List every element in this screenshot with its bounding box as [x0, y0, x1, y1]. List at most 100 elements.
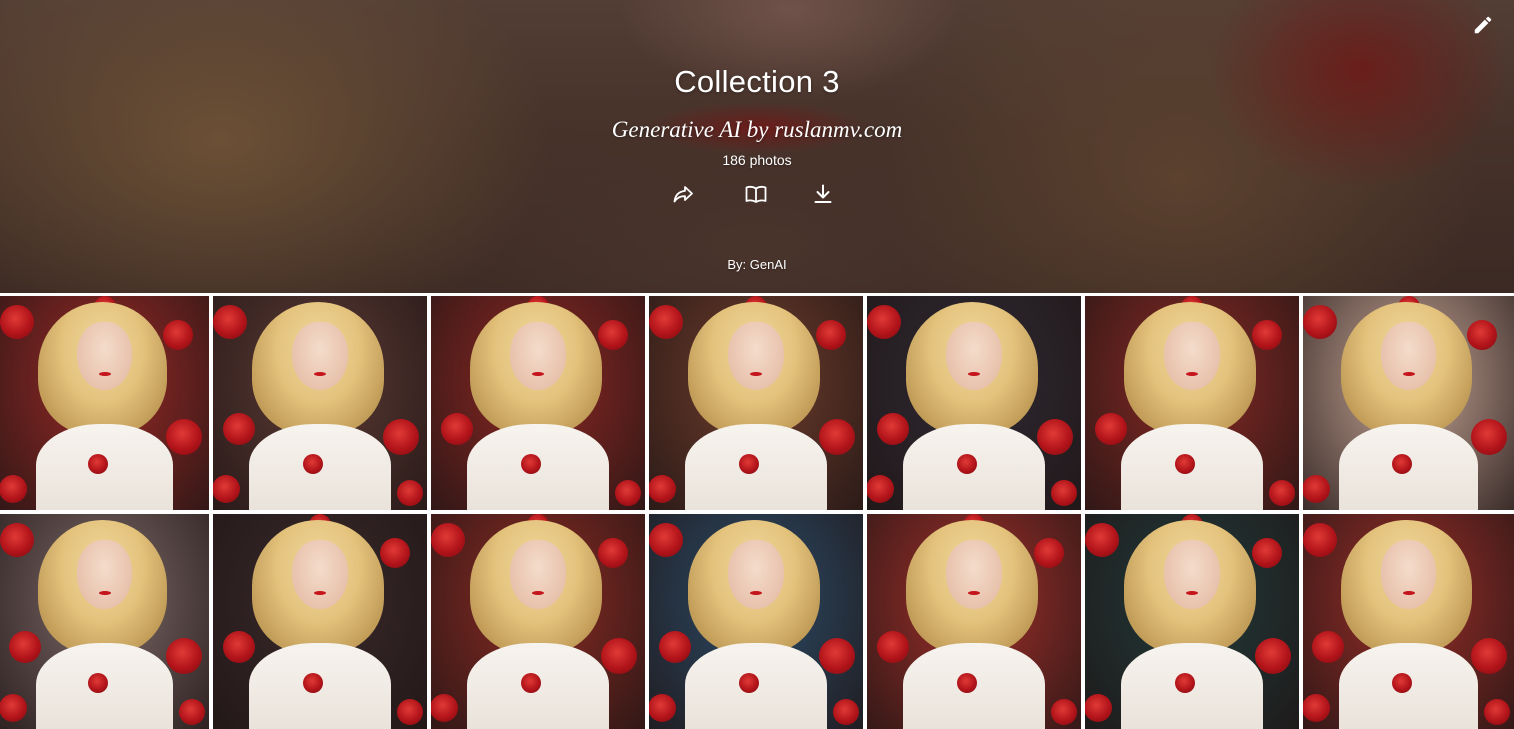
rose-decoration: [1470, 419, 1507, 456]
dress-rose: [956, 673, 977, 694]
portrait-lips: [1402, 590, 1415, 595]
rose-decoration: [396, 479, 423, 506]
rose-decoration: [1255, 637, 1292, 674]
portrait-lips: [314, 590, 326, 595]
rose-decoration: [815, 319, 846, 350]
portrait-face: [1381, 321, 1436, 391]
photo-tile[interactable]: [213, 514, 427, 729]
rose-decoration: [1303, 474, 1330, 503]
rose-decoration: [222, 631, 255, 664]
rose-decoration: [379, 537, 410, 568]
photo-tile[interactable]: [1303, 296, 1514, 510]
rose-decoration: [876, 631, 909, 664]
rose-decoration: [1050, 698, 1077, 725]
rose-decoration: [0, 304, 34, 339]
rose-decoration: [1303, 693, 1330, 722]
rose-decoration: [165, 419, 202, 456]
dress-rose: [87, 454, 108, 475]
rose-decoration: [1251, 537, 1282, 568]
rose-decoration: [1470, 637, 1507, 674]
photo-tile[interactable]: [867, 514, 1081, 729]
rose-decoration: [1268, 479, 1295, 506]
portrait-face: [292, 539, 348, 609]
photo-tile[interactable]: [867, 296, 1081, 510]
rose-decoration: [0, 693, 27, 722]
collection-cover: Collection 3 Generative AI by ruslanmv.c…: [0, 0, 1514, 293]
rose-decoration: [876, 412, 909, 445]
photo-tile[interactable]: [1085, 296, 1299, 510]
rose-decoration: [1085, 693, 1112, 722]
rose-decoration: [162, 319, 193, 350]
portrait-lips: [750, 590, 762, 595]
rose-decoration: [1033, 537, 1064, 568]
rose-decoration: [1484, 698, 1511, 725]
rose-decoration: [1251, 319, 1282, 350]
rose-decoration: [649, 522, 684, 557]
photo-tile[interactable]: [213, 296, 427, 510]
rose-decoration: [1094, 412, 1127, 445]
rose-decoration: [832, 698, 859, 725]
share-icon: [673, 186, 693, 203]
rose-decoration: [658, 631, 691, 664]
dress-rose: [1391, 673, 1412, 694]
rose-decoration: [819, 637, 856, 674]
photo-tile[interactable]: [649, 296, 863, 510]
portrait-face: [946, 321, 1002, 391]
rose-decoration: [0, 522, 34, 557]
rose-decoration: [649, 693, 676, 722]
rose-decoration: [222, 412, 255, 445]
photo-tile[interactable]: [0, 514, 209, 729]
pencil-icon[interactable]: [1470, 12, 1496, 38]
portrait-face: [292, 321, 348, 391]
rose-decoration: [1050, 479, 1077, 506]
rose-decoration: [597, 537, 628, 568]
rose-decoration: [1085, 522, 1120, 557]
portrait-face: [1164, 539, 1220, 609]
photo-tile[interactable]: [431, 514, 645, 729]
photo-tile[interactable]: [431, 296, 645, 510]
photo-tile[interactable]: [0, 296, 209, 510]
rose-decoration: [165, 637, 202, 674]
portrait-face: [510, 539, 566, 609]
portrait-face: [728, 539, 784, 609]
portrait-lips: [532, 590, 544, 595]
portrait-face: [946, 539, 1002, 609]
portrait-lips: [1186, 590, 1198, 595]
rose-decoration: [431, 522, 466, 557]
portrait-face: [728, 321, 784, 391]
rose-decoration: [1467, 319, 1498, 350]
portrait-face: [77, 321, 132, 391]
collection-actions: [0, 180, 1514, 208]
dress-rose: [302, 673, 323, 694]
rose-decoration: [0, 474, 27, 503]
rose-decoration: [614, 479, 641, 506]
rose-decoration: [440, 412, 473, 445]
portrait-face: [510, 321, 566, 391]
rose-decoration: [213, 474, 240, 503]
photo-tile[interactable]: [1303, 514, 1514, 729]
rose-decoration: [1303, 304, 1337, 339]
dress-rose: [520, 673, 541, 694]
dress-rose: [738, 673, 759, 694]
photo-tile[interactable]: [1085, 514, 1299, 729]
portrait-lips: [98, 590, 111, 595]
dress-rose: [87, 673, 108, 694]
portrait-face: [1164, 321, 1220, 391]
dress-rose: [1174, 673, 1195, 694]
rose-decoration: [601, 637, 638, 674]
download-button[interactable]: [809, 180, 837, 208]
portrait-face: [1381, 539, 1436, 609]
portrait-face: [77, 539, 132, 609]
dress-rose: [1391, 454, 1412, 475]
share-button[interactable]: [669, 180, 697, 208]
open-book-icon: [745, 185, 767, 203]
collection-author[interactable]: By: GenAI: [0, 257, 1514, 272]
slideshow-button[interactable]: [742, 180, 770, 208]
rose-decoration: [1303, 522, 1337, 557]
cover-content: Collection 3 Generative AI by ruslanmv.c…: [0, 0, 1514, 293]
rose-decoration: [431, 693, 458, 722]
photo-count: 186 photos: [722, 152, 792, 168]
photo-tile[interactable]: [649, 514, 863, 729]
rose-decoration: [867, 474, 894, 503]
download-icon: [814, 184, 832, 203]
